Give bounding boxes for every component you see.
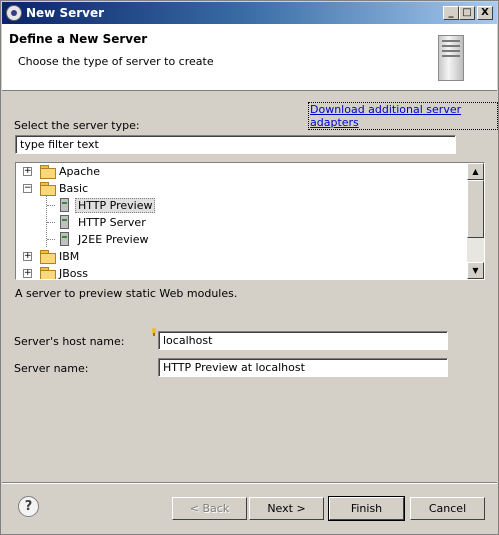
wizard-title: Define a New Server <box>9 32 148 46</box>
scroll-thumb[interactable] <box>467 180 484 238</box>
help-icon[interactable]: ? <box>18 496 39 517</box>
next-button[interactable]: Next > <box>249 497 324 520</box>
tree-scrollbar[interactable]: ▲ ▼ <box>467 163 484 279</box>
tree-item-label: JBoss <box>59 267 88 280</box>
minimize-button[interactable]: _ <box>443 6 459 20</box>
tree-item-ibm[interactable]: + IBM <box>16 248 468 265</box>
tree-item-j2ee-preview[interactable]: J2EE Preview <box>16 231 468 248</box>
tree-item-apache[interactable]: + Apache <box>16 163 468 180</box>
title-bar[interactable]: New Server _ □ X <box>2 2 497 24</box>
tree-item-basic[interactable]: − Basic <box>16 180 468 197</box>
server-type-label: Select the server type: <box>14 119 140 132</box>
separator <box>2 482 497 484</box>
back-button[interactable]: < Back <box>172 497 247 520</box>
tree-item-label: HTTP Preview <box>75 198 156 213</box>
finish-button[interactable]: Finish <box>328 496 405 521</box>
expand-icon[interactable]: + <box>23 167 32 176</box>
tree-item-label: HTTP Server <box>78 216 146 229</box>
expand-icon[interactable]: + <box>23 269 32 278</box>
server-runtime-icon <box>60 215 69 229</box>
folder-icon <box>40 165 56 179</box>
host-name-label: Server's host name: <box>14 335 125 348</box>
tree-item-label: Basic <box>59 182 89 195</box>
new-server-dialog: New Server _ □ X Define a New Server Cho… <box>0 0 499 535</box>
tree-item-jboss[interactable]: + JBoss <box>16 265 468 280</box>
eclipse-icon <box>6 5 22 21</box>
download-adapters-link[interactable]: Download additional server adapters <box>308 102 498 130</box>
tree-item-http-preview[interactable]: HTTP Preview <box>16 197 468 214</box>
expand-icon[interactable]: + <box>23 252 32 261</box>
filter-input[interactable]: type filter text <box>15 135 456 154</box>
server-name-input[interactable]: HTTP Preview at localhost <box>158 358 448 377</box>
maximize-button[interactable]: □ <box>459 6 475 20</box>
window-title: New Server <box>26 6 105 20</box>
open-folder-icon <box>40 182 56 196</box>
collapse-icon[interactable]: − <box>23 184 32 193</box>
server-type-tree: + Apache − Basic HTTP Preview HTTP Serve… <box>15 162 485 280</box>
host-name-input[interactable]: localhost <box>158 331 448 350</box>
scroll-up-icon[interactable]: ▲ <box>467 163 484 180</box>
cancel-button[interactable]: Cancel <box>410 497 485 520</box>
scroll-down-icon[interactable]: ▼ <box>467 262 484 279</box>
wizard-description: Choose the type of server to create <box>18 55 214 68</box>
content-assist-icon <box>151 328 156 336</box>
server-type-description: A server to preview static Web modules. <box>15 287 238 300</box>
server-runtime-icon <box>60 232 69 246</box>
tree-item-label: Apache <box>59 165 101 178</box>
tree-item-label: IBM <box>59 250 80 263</box>
server-name-label: Server name: <box>14 362 89 375</box>
folder-icon <box>40 267 56 279</box>
wizard-header: Define a New Server Choose the type of s… <box>2 24 497 91</box>
server-runtime-icon <box>60 198 69 212</box>
tree-item-http-server[interactable]: HTTP Server <box>16 214 468 231</box>
close-button[interactable]: X <box>477 6 493 20</box>
server-icon <box>438 35 464 81</box>
tree-item-label: J2EE Preview <box>78 233 149 246</box>
folder-icon <box>40 250 56 264</box>
